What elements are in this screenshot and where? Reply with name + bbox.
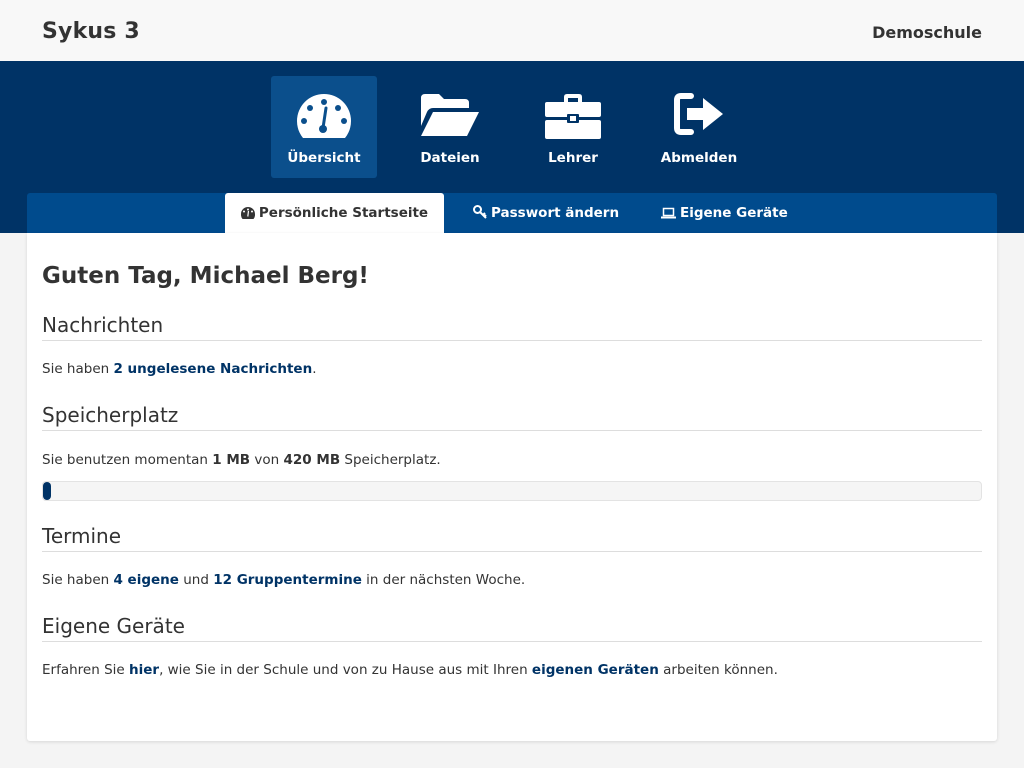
storage-pre: Sie benutzen momentan	[42, 452, 213, 468]
own-devices-link[interactable]: eigenen Geräten	[532, 662, 659, 678]
dashboard-icon	[296, 94, 351, 138]
devices-mid: , wie Sie in der Schule und von zu Hause…	[159, 662, 532, 678]
storage-mid: von	[250, 452, 284, 468]
own-appointments-link[interactable]: 4 eigene	[113, 572, 178, 588]
folder-open-icon	[421, 94, 479, 136]
storage-total: 420 MB	[283, 452, 341, 468]
tab-label: Persönliche Startseite	[258, 205, 429, 221]
here-link[interactable]: hier	[129, 662, 159, 678]
devices-text: Erfahren Sie hier, wie Sie in der Schule…	[42, 662, 778, 678]
briefcase-icon	[545, 94, 601, 139]
nav-item-label: Abmelden	[660, 150, 738, 166]
sign-out-icon	[674, 93, 723, 135]
storage-used: 1 MB	[212, 452, 251, 468]
messages-pre: Sie haben	[42, 361, 114, 377]
storage-text: Sie benutzen momentan 1 MB von 420 MB Sp…	[42, 452, 441, 468]
appointments-heading: Termine	[42, 524, 982, 552]
appointments-text: Sie haben 4 eigene und 12 Gruppentermine…	[42, 572, 525, 588]
dashboard-icon	[240, 207, 255, 219]
tab-persoenliche-startseite[interactable]: Persönliche Startseite	[225, 193, 444, 233]
messages-heading: Nachrichten	[42, 313, 982, 341]
storage-heading: Speicherplatz	[42, 403, 982, 431]
group-appointments-link[interactable]: 12 Gruppentermine	[213, 572, 362, 588]
storage-progress-fill	[43, 482, 51, 500]
tab-bar: Persönliche Startseite Passwort ändern E…	[27, 193, 997, 233]
tab-passwort-aendern[interactable]: Passwort ändern	[473, 193, 619, 233]
nav-item-lehrer[interactable]: Lehrer	[520, 76, 626, 178]
nav-item-label: Lehrer	[548, 150, 598, 166]
nav-item-label: Dateien	[420, 150, 480, 166]
nav-item-label: Übersicht	[287, 150, 361, 166]
storage-post: Speicherplatz.	[340, 452, 441, 468]
laptop-icon	[661, 207, 676, 219]
nav-item-uebersicht[interactable]: Übersicht	[271, 76, 377, 178]
messages-post: .	[312, 361, 317, 377]
school-name: Demoschule	[872, 23, 982, 42]
nav-item-dateien[interactable]: Dateien	[397, 76, 503, 178]
tab-label: Passwort ändern	[491, 205, 620, 221]
appointments-pre: Sie haben	[42, 572, 114, 588]
page-title: Guten Tag, Michael Berg!	[42, 263, 369, 289]
devices-post: arbeiten können.	[658, 662, 778, 678]
content-panel: Guten Tag, Michael Berg! Nachrichten Sie…	[27, 233, 997, 741]
messages-text: Sie haben 2 ungelesene Nachrichten.	[42, 361, 316, 377]
appointments-mid: und	[178, 572, 214, 588]
devices-pre: Erfahren Sie	[42, 662, 129, 678]
top-bar: Sykus 3 Demoschule	[0, 0, 1024, 61]
devices-heading: Eigene Geräte	[42, 614, 982, 642]
key-icon	[473, 205, 487, 219]
nav-item-abmelden[interactable]: Abmelden	[646, 76, 752, 178]
storage-progress-bar	[42, 481, 982, 501]
brand-title[interactable]: Sykus 3	[42, 19, 140, 44]
unread-messages-link[interactable]: 2 ungelesene Nachrichten	[113, 361, 312, 377]
tab-label: Eigene Geräte	[680, 205, 788, 221]
tab-eigene-geraete[interactable]: Eigene Geräte	[661, 193, 788, 233]
appointments-post: in der nächsten Woche.	[361, 572, 526, 588]
